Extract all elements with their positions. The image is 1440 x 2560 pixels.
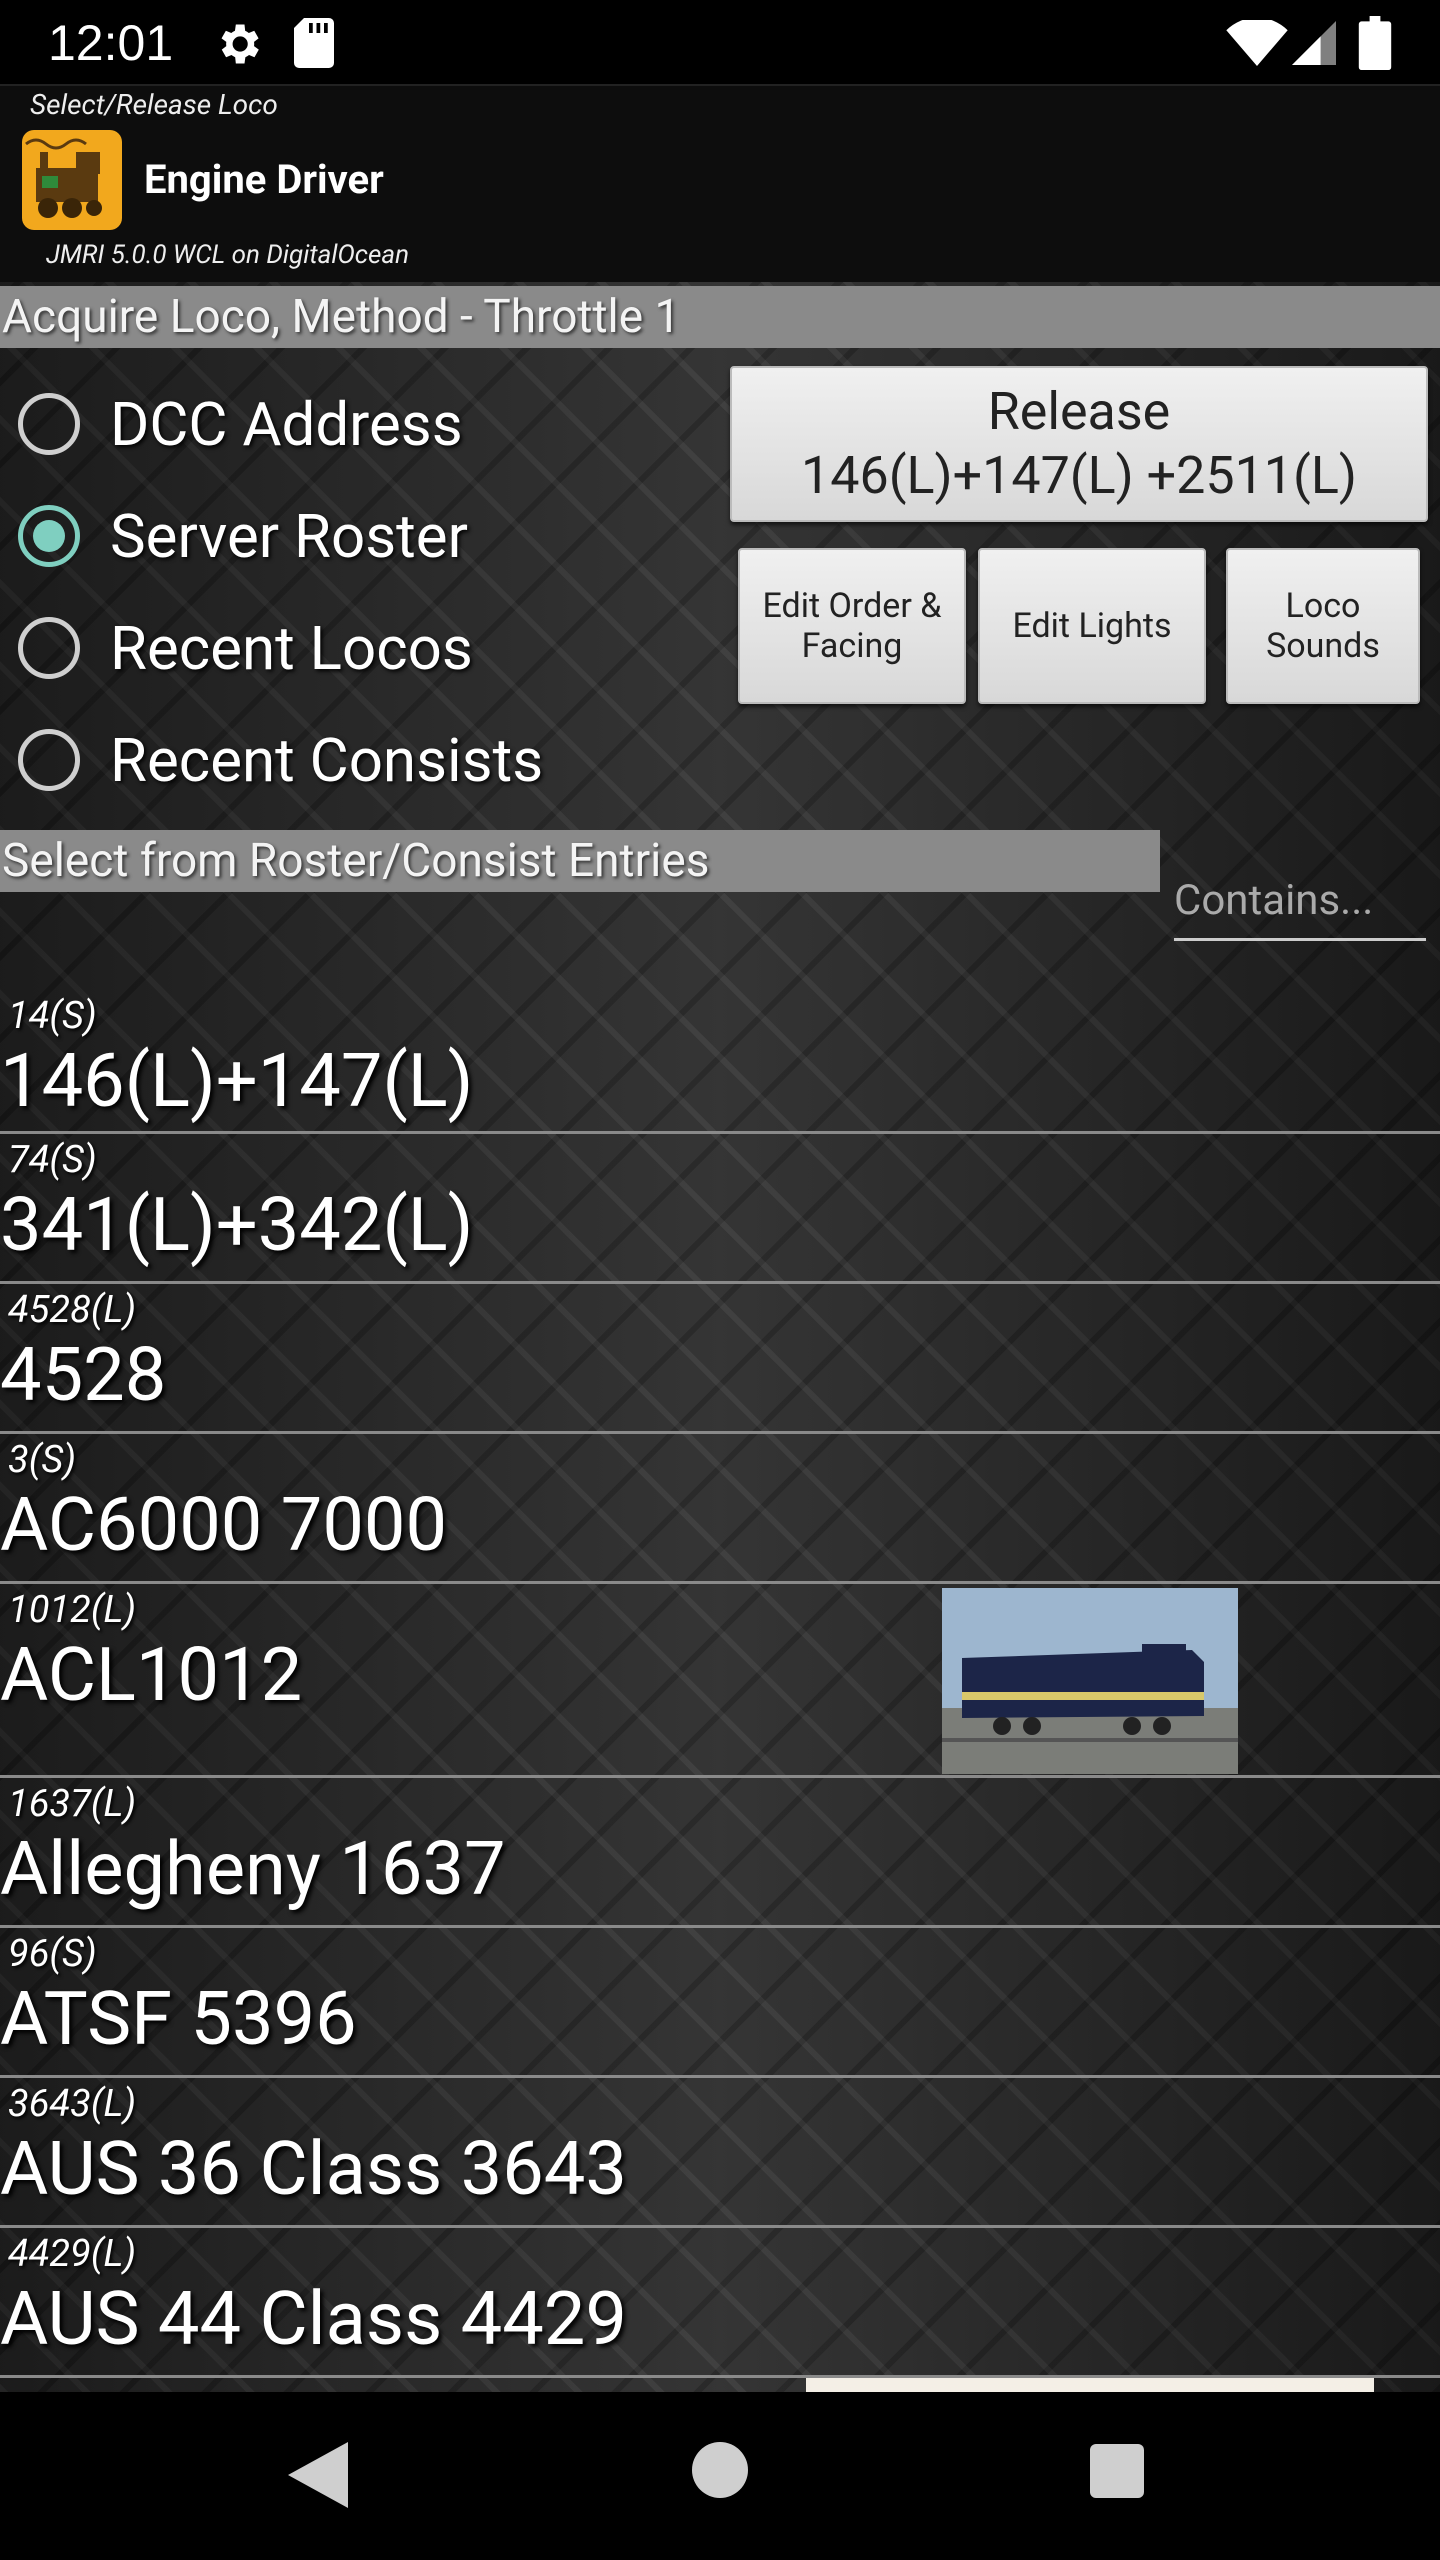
- roster-entry-id: 96(S): [8, 1932, 97, 1976]
- roster-entry-name: ATSF 5396: [0, 1976, 357, 2063]
- roster-entry-name: 146(L)+147(L): [0, 1038, 474, 1125]
- radio-label: Recent Locos: [110, 612, 473, 684]
- radio-label: DCC Address: [110, 388, 463, 460]
- radio-button[interactable]: [18, 617, 80, 679]
- radio-recent-consists[interactable]: Recent Consists: [18, 712, 543, 808]
- roster-entry-name: 4528: [0, 1332, 167, 1419]
- roster-filter-input[interactable]: Contains...: [1174, 866, 1426, 941]
- roster-row[interactable]: 3643(L) AUS 36 Class 3643: [0, 2078, 1440, 2228]
- radio-dcc-address[interactable]: DCC Address: [18, 376, 463, 472]
- release-loco-list: 146(L)+147(L) +2511(L): [801, 445, 1357, 506]
- roster-row[interactable]: 4528(L) 4528: [0, 1284, 1440, 1434]
- recent-apps-icon[interactable]: [1090, 2444, 1144, 2498]
- roster-section-heading: Select from Roster/Consist Entries: [0, 830, 1160, 892]
- edit-order-facing-button[interactable]: Edit Order & Facing: [738, 548, 966, 704]
- loco-sounds-button[interactable]: Loco Sounds: [1226, 548, 1420, 704]
- back-icon[interactable]: [288, 2442, 348, 2508]
- status-bar: 12:01: [0, 0, 1440, 84]
- roster-entry-name: AUS 44 Class 4429: [0, 2276, 627, 2363]
- roster-row[interactable]: 74(S) 341(L)+342(L): [0, 1134, 1440, 1284]
- button-label-line2: Sounds: [1266, 626, 1380, 666]
- roster-entry-id: 4429(L): [8, 2232, 137, 2276]
- server-name: JMRI 5.0.0 WCL on DigitalOcean: [46, 240, 410, 270]
- release-button[interactable]: Release 146(L)+147(L) +2511(L): [730, 366, 1428, 522]
- navigation-bar: [0, 2392, 1440, 2560]
- engine-driver-logo-icon: [22, 130, 122, 230]
- roster-row[interactable]: 4429(L) AUS 44 Class 4429: [0, 2228, 1440, 2378]
- locomotive-photo: [942, 1588, 1238, 1774]
- radio-label: Recent Consists: [110, 724, 544, 796]
- roster-row[interactable]: 96(S) ATSF 5396: [0, 1928, 1440, 2078]
- roster-entry-id: 4528(L): [8, 1288, 137, 1332]
- roster-list: 14(S) 146(L)+147(L) 74(S) 341(L)+342(L) …: [0, 990, 1440, 2392]
- release-label: Release: [987, 381, 1171, 442]
- roster-row-partial[interactable]: [0, 2378, 1440, 2392]
- roster-entry-id: 1012(L): [8, 1588, 137, 1632]
- home-icon[interactable]: [692, 2442, 748, 2498]
- roster-row[interactable]: 14(S) 146(L)+147(L): [0, 990, 1440, 1134]
- radio-label: Server Roster: [110, 500, 468, 572]
- app-header: Select/Release Loco Engine Driver JMRI 5…: [0, 84, 1440, 286]
- radio-button[interactable]: [18, 729, 80, 791]
- sd-card-icon: [294, 18, 334, 68]
- roster-entry-name: 341(L)+342(L): [0, 1182, 474, 1269]
- roster-entry-id: 3(S): [8, 1438, 77, 1482]
- roster-entry-name: ACL1012: [0, 1632, 303, 1719]
- roster-entry-name: Allegheny 1637: [0, 1826, 506, 1913]
- roster-row[interactable]: 3(S) AC6000 7000: [0, 1434, 1440, 1584]
- radio-server-roster[interactable]: Server Roster: [18, 488, 468, 584]
- roster-entry-id: 3643(L): [8, 2082, 137, 2126]
- button-label: Edit Lights: [1012, 606, 1172, 646]
- gear-icon: [221, 24, 259, 64]
- button-label-line1: Loco: [1285, 586, 1361, 626]
- wifi-icon: [1226, 20, 1288, 66]
- status-time: 12:01: [48, 15, 174, 71]
- roster-entry-id: 1637(L): [8, 1782, 137, 1826]
- battery-icon: [1358, 16, 1392, 70]
- locomotive-photo-partial: [806, 2378, 1374, 2392]
- edit-lights-button[interactable]: Edit Lights: [978, 548, 1206, 704]
- roster-row[interactable]: 1637(L) Allegheny 1637: [0, 1778, 1440, 1928]
- screen-subtitle: Select/Release Loco: [30, 88, 278, 121]
- button-label-line1: Edit Order &: [762, 586, 942, 626]
- button-label-line2: Facing: [801, 626, 903, 666]
- roster-entry-id: 74(S): [8, 1138, 97, 1182]
- signal-icon: [1292, 21, 1336, 65]
- radio-button-selected[interactable]: [18, 505, 80, 567]
- radio-button[interactable]: [18, 393, 80, 455]
- app-title: Engine Driver: [144, 156, 384, 203]
- method-section-heading: Acquire Loco, Method - Throttle 1: [0, 286, 1440, 348]
- roster-entry-name: AUS 36 Class 3643: [0, 2126, 627, 2213]
- radio-recent-locos[interactable]: Recent Locos: [18, 600, 473, 696]
- roster-entry-name: AC6000 7000: [0, 1482, 448, 1569]
- roster-entry-id: 14(S): [8, 994, 97, 1038]
- roster-row[interactable]: 1012(L) ACL1012: [0, 1584, 1440, 1778]
